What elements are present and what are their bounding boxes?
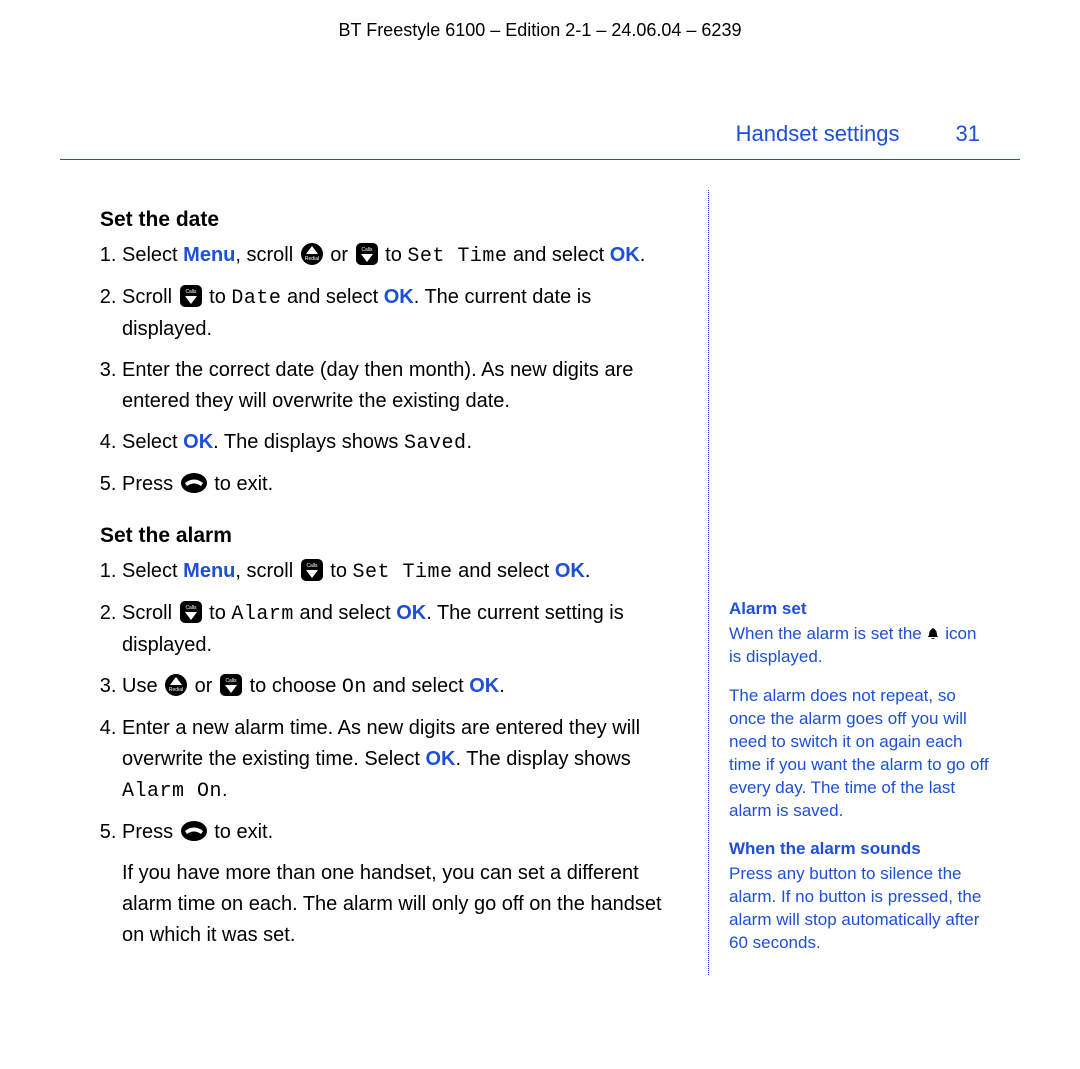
hangup-icon bbox=[181, 821, 207, 841]
menu-ref: Menu bbox=[183, 244, 235, 266]
list-item: Select OK. The displays shows Saved. bbox=[122, 427, 672, 459]
set-alarm-steps: Select Menu, scroll to Set Time and sele… bbox=[100, 556, 672, 951]
lcd-text: Alarm On bbox=[122, 780, 222, 803]
ok-ref: OK bbox=[610, 244, 640, 266]
sidebar-paragraph: The alarm does not repeat, so once the a… bbox=[729, 685, 990, 823]
alarm-note: If you have more than one handset, you c… bbox=[122, 858, 672, 951]
menu-ref: Menu bbox=[183, 560, 235, 582]
up-redial-icon bbox=[165, 674, 187, 696]
lcd-text: Alarm bbox=[231, 603, 294, 626]
ok-ref: OK bbox=[183, 431, 213, 453]
sidebar-paragraph: When the alarm is set the icon is displa… bbox=[729, 623, 990, 669]
page-number: 31 bbox=[956, 121, 980, 147]
section-title: Handset settings bbox=[736, 121, 900, 147]
sidebar-heading-alarm-set: Alarm set bbox=[729, 598, 990, 621]
sidebar-heading-alarm-sounds: When the alarm sounds bbox=[729, 838, 990, 861]
sidebar-paragraph: Press any button to silence the alarm. I… bbox=[729, 863, 990, 955]
list-item: Press to exit. bbox=[122, 469, 672, 500]
down-calls-icon bbox=[220, 674, 242, 696]
lcd-text: On bbox=[342, 676, 367, 699]
ok-ref: OK bbox=[469, 675, 499, 697]
ok-ref: OK bbox=[425, 748, 455, 770]
down-calls-icon bbox=[180, 285, 202, 307]
down-calls-icon bbox=[301, 559, 323, 581]
list-item: Scroll to Alarm and select OK. The curre… bbox=[122, 598, 672, 661]
list-item: Press to exit. If you have more than one… bbox=[122, 817, 672, 951]
list-item: Enter a new alarm time. As new digits ar… bbox=[122, 713, 672, 807]
lcd-text: Saved bbox=[404, 432, 467, 455]
list-item: Select Menu, scroll or to Set Time and s… bbox=[122, 240, 672, 272]
lcd-text: Set Time bbox=[353, 561, 453, 584]
set-date-steps: Select Menu, scroll or to Set Time and s… bbox=[100, 240, 672, 500]
list-item: Scroll to Date and select OK. The curren… bbox=[122, 282, 672, 345]
list-item: Select Menu, scroll to Set Time and sele… bbox=[122, 556, 672, 588]
down-calls-icon bbox=[180, 601, 202, 623]
section-header: Handset settings 31 bbox=[60, 121, 1020, 147]
hangup-icon bbox=[181, 473, 207, 493]
ok-ref: OK bbox=[555, 560, 585, 582]
column-divider bbox=[708, 190, 709, 975]
header-rule bbox=[60, 159, 1020, 160]
lcd-text: Set Time bbox=[407, 245, 507, 268]
list-item: Enter the correct date (day then month).… bbox=[122, 355, 672, 417]
sidebar-column: Alarm set When the alarm is set the icon… bbox=[717, 190, 1020, 975]
up-redial-icon bbox=[301, 243, 323, 265]
set-date-heading: Set the date bbox=[100, 208, 672, 232]
list-item: Use or to choose On and select OK. bbox=[122, 671, 672, 703]
down-calls-icon bbox=[356, 243, 378, 265]
ok-ref: OK bbox=[384, 286, 414, 308]
main-column: Set the date Select Menu, scroll or to S… bbox=[60, 190, 692, 975]
bell-icon bbox=[926, 624, 940, 643]
document-header: BT Freestyle 6100 – Edition 2-1 – 24.06.… bbox=[60, 20, 1020, 41]
ok-ref: OK bbox=[396, 602, 426, 624]
set-alarm-heading: Set the alarm bbox=[100, 524, 672, 548]
lcd-text: Date bbox=[231, 287, 281, 310]
